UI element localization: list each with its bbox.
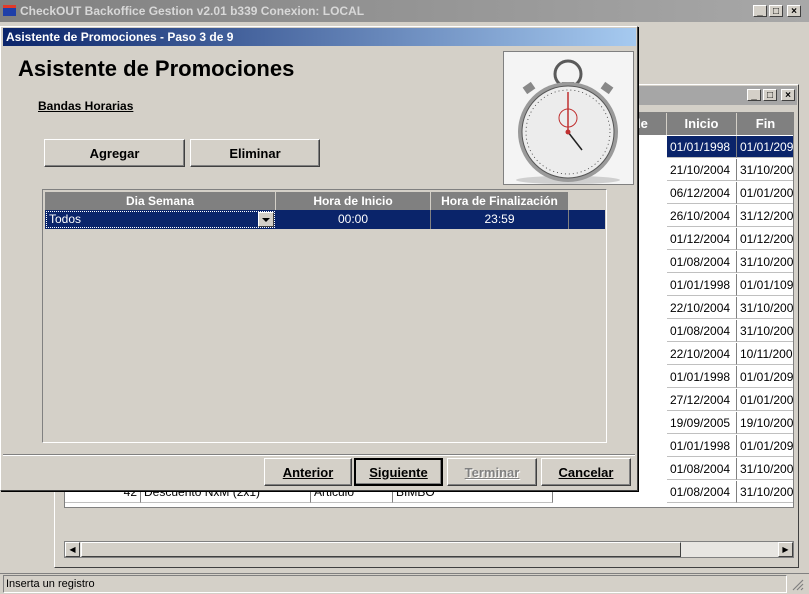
inicio-cell[interactable]: 01/08/2004 xyxy=(667,320,737,342)
hora-fin-cell[interactable]: 23:59 xyxy=(431,210,569,229)
cancel-button[interactable]: Cancelar xyxy=(541,458,631,486)
fin-cell[interactable]: 01/01/200 xyxy=(737,389,793,411)
fin-cell[interactable]: 01/01/109 xyxy=(737,274,793,296)
wizard-title-bar: Asistente de Promociones - Paso 3 de 9 xyxy=(3,28,636,46)
status-text: Inserta un registro xyxy=(3,575,787,593)
inicio-cell[interactable]: 06/12/2004 xyxy=(667,182,737,204)
inicio-cell[interactable]: 01/08/2004 xyxy=(667,251,737,273)
column-header-dia-semana[interactable]: Dia Semana xyxy=(45,192,276,210)
fin-cell[interactable]: 31/10/200 xyxy=(737,320,793,342)
inicio-cell[interactable]: 01/01/1998 xyxy=(667,435,737,457)
inicio-cell[interactable]: 26/10/2004 xyxy=(667,205,737,227)
inicio-cell[interactable]: 19/09/2005 xyxy=(667,412,737,434)
finish-label: Terminar xyxy=(464,464,520,480)
fin-cell[interactable]: 01/01/209 xyxy=(737,435,793,457)
inicio-cell[interactable]: 22/10/2004 xyxy=(667,343,737,365)
app-title-bar: CheckOUT Backoffice Gestion v2.01 b339 C… xyxy=(0,0,809,22)
hora-inicio-cell[interactable]: 00:00 xyxy=(276,210,431,229)
fin-cell[interactable]: 19/10/200 xyxy=(737,412,793,434)
divider xyxy=(3,454,635,456)
finish-button: Terminar xyxy=(447,458,537,486)
inicio-cell[interactable]: 01/12/2004 xyxy=(667,228,737,250)
fin-cell[interactable]: 01/01/209 xyxy=(737,136,793,158)
inicio-cell[interactable]: 27/12/2004 xyxy=(667,389,737,411)
cancel-label: Cancelar xyxy=(558,464,614,480)
wizard-subheading: Bandas Horarias xyxy=(38,99,134,113)
previous-label: Anterior xyxy=(282,464,334,480)
fin-cell[interactable]: 31/10/200 xyxy=(737,297,793,319)
list-close-button[interactable]: × xyxy=(781,89,795,101)
scroll-left-icon[interactable]: ◀ xyxy=(65,542,80,557)
horizontal-scrollbar[interactable]: ◀ ▶ xyxy=(64,541,794,558)
inicio-cell[interactable]: 01/01/1998 xyxy=(667,136,737,158)
column-header[interactable]: le xyxy=(637,113,667,135)
next-button[interactable]: Siguiente xyxy=(354,458,443,486)
fin-cell[interactable]: 31/10/200 xyxy=(737,481,793,503)
fin-cell[interactable]: 31/10/200 xyxy=(737,458,793,480)
stopwatch-icon xyxy=(503,51,634,185)
list-maximize-button[interactable]: □ xyxy=(763,89,777,101)
delete-button[interactable]: Eliminar xyxy=(190,139,320,167)
column-header-hora-fin[interactable]: Hora de Finalización xyxy=(431,192,569,210)
maximize-button[interactable]: □ xyxy=(769,5,783,17)
add-button[interactable]: Agregar xyxy=(44,139,185,167)
inicio-cell[interactable]: 01/08/2004 xyxy=(667,481,737,503)
resize-grip-icon[interactable] xyxy=(790,577,804,591)
column-header-fin[interactable]: Fin xyxy=(737,113,793,135)
grid-empty-area xyxy=(45,229,605,441)
fin-cell[interactable]: 10/11/200 xyxy=(737,343,793,365)
inicio-cell[interactable]: 01/08/2004 xyxy=(667,458,737,480)
fin-cell[interactable]: 01/12/200 xyxy=(737,228,793,250)
dia-semana-combo[interactable]: Todos xyxy=(46,211,275,228)
column-header-inicio[interactable]: Inicio xyxy=(667,113,737,135)
fin-cell[interactable]: 01/01/200 xyxy=(737,182,793,204)
fin-cell[interactable]: 01/01/209 xyxy=(737,366,793,388)
minimize-button[interactable]: _ xyxy=(753,5,767,17)
inicio-cell[interactable]: 21/10/2004 xyxy=(667,159,737,181)
inicio-cell[interactable]: 22/10/2004 xyxy=(667,297,737,319)
inicio-cell[interactable]: 01/01/1998 xyxy=(667,366,737,388)
wizard-heading: Asistente de Promociones xyxy=(18,56,295,81)
column-header-hora-inicio[interactable]: Hora de Inicio xyxy=(276,192,431,210)
previous-button[interactable]: Anterior xyxy=(264,458,352,486)
fin-cell[interactable]: 31/10/200 xyxy=(737,159,793,181)
close-button[interactable]: × xyxy=(787,5,801,17)
app-title: CheckOUT Backoffice Gestion v2.01 b339 C… xyxy=(20,4,365,18)
fin-cell[interactable]: 31/12/200 xyxy=(737,205,793,227)
scroll-right-icon[interactable]: ▶ xyxy=(778,542,793,557)
chevron-down-icon[interactable] xyxy=(258,212,274,227)
scroll-thumb[interactable] xyxy=(81,542,681,557)
fin-cell[interactable]: 31/10/200 xyxy=(737,251,793,273)
inicio-cell[interactable]: 01/01/1998 xyxy=(667,274,737,296)
list-minimize-button[interactable]: _ xyxy=(747,89,761,101)
app-icon xyxy=(3,5,16,16)
next-label: Siguiente xyxy=(369,464,428,480)
